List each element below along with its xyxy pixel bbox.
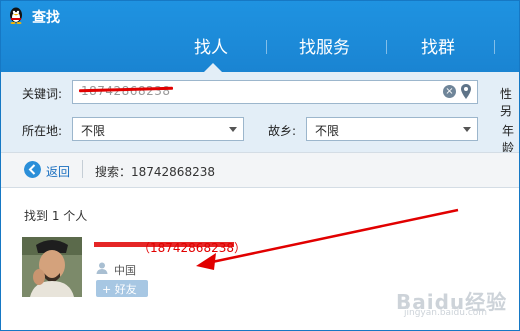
annotation-arrow: [196, 208, 459, 270]
find-window: 查找 找人 找服务 找群 关键词: 18742868238 × 性另 所在地: …: [0, 0, 520, 331]
watermark-url: jingyan.baidu.com: [404, 308, 488, 318]
